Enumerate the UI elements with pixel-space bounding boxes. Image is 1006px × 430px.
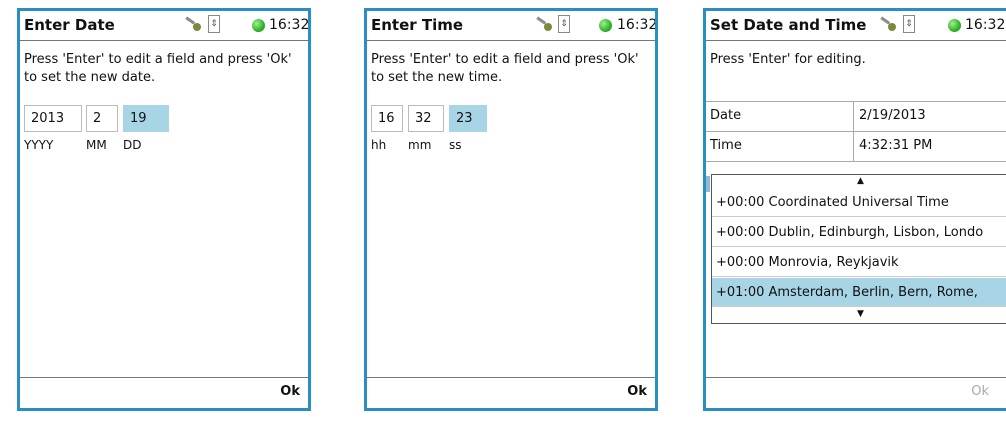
year-field[interactable]: 2013 [24, 105, 82, 132]
instruction-text: Press 'Enter' to edit a field and press … [24, 52, 292, 85]
time-value: 4:32:31 PM [859, 138, 933, 153]
date-row[interactable]: Date 2/19/2013 [706, 101, 1006, 131]
status-dot-icon [948, 19, 961, 32]
key-icon [536, 16, 552, 31]
page-title: Set Date and Time [710, 16, 867, 34]
title-bar: Set Date and Time ⇕ 16:32 [706, 11, 1006, 41]
timezone-option-selected[interactable]: +01:00 Amsterdam, Berlin, Bern, Rome, [712, 278, 1006, 307]
title-bar: Enter Time ⇕ 16:32 [367, 11, 655, 41]
second-label: ss [449, 138, 462, 152]
ok-button[interactable]: Ok [627, 384, 647, 399]
bottom-bar: Ok [20, 377, 308, 408]
date-label: Date [710, 108, 742, 123]
ok-button[interactable]: Ok [971, 384, 989, 399]
ok-button[interactable]: Ok [280, 384, 300, 399]
timezone-option[interactable]: +00:00 Coordinated Universal Time [712, 188, 1006, 217]
key-icon [185, 16, 201, 31]
clock: 16:32 [617, 17, 658, 33]
enter-date-screen: Enter Date ⇕ 16:32 Press 'Enter' to edit… [17, 8, 311, 411]
title-bar: Enter Date ⇕ 16:32 [20, 11, 308, 41]
month-label: MM [86, 138, 107, 152]
triangle-up-icon[interactable]: ▲ [857, 177, 864, 186]
key-icon [880, 16, 896, 31]
hour-field[interactable]: 16 [371, 105, 403, 132]
triangle-down-icon[interactable]: ▼ [857, 310, 864, 319]
month-field[interactable]: 2 [86, 105, 118, 132]
timezone-option[interactable]: +00:00 Monrovia, Reykjavik [712, 248, 1006, 277]
bottom-bar: Ok [706, 377, 1006, 408]
usb-icon: ⇕ [903, 15, 915, 33]
day-field[interactable]: 19 [123, 105, 169, 132]
bottom-bar: Ok [367, 377, 655, 408]
instruction-text: Press 'Enter' to edit a field and press … [371, 52, 639, 85]
hour-label: hh [371, 138, 387, 152]
status-dot-icon [599, 19, 612, 32]
settings-table: Date 2/19/2013 Time 4:32:31 PM [706, 101, 1006, 162]
clock: 16:32 [269, 17, 310, 33]
page-title: Enter Time [371, 16, 464, 34]
minute-field[interactable]: 32 [408, 105, 444, 132]
minute-label: mm [408, 138, 432, 152]
row-marker [706, 176, 710, 192]
year-label: YYYY [24, 138, 54, 152]
date-value: 2/19/2013 [859, 108, 926, 123]
timezone-option[interactable]: +00:00 Dublin, Edinburgh, Lisbon, Londo [712, 218, 1006, 247]
set-date-time-screen: Set Date and Time ⇕ 16:32 Press 'Enter' … [703, 8, 1006, 411]
page-title: Enter Date [24, 16, 115, 34]
usb-icon: ⇕ [558, 15, 570, 33]
day-label: DD [123, 138, 142, 152]
usb-icon: ⇕ [208, 15, 220, 33]
second-field[interactable]: 23 [449, 105, 487, 132]
time-row[interactable]: Time 4:32:31 PM [706, 131, 1006, 162]
time-label: Time [710, 138, 742, 153]
instruction-text: Press 'Enter' for editing. [710, 52, 866, 67]
enter-time-screen: Enter Time ⇕ 16:32 Press 'Enter' to edit… [364, 8, 658, 411]
status-dot-icon [252, 19, 265, 32]
timezone-dropdown[interactable]: ▲ +00:00 Coordinated Universal Time +00:… [711, 174, 1006, 324]
clock: 16:32 [965, 17, 1006, 33]
